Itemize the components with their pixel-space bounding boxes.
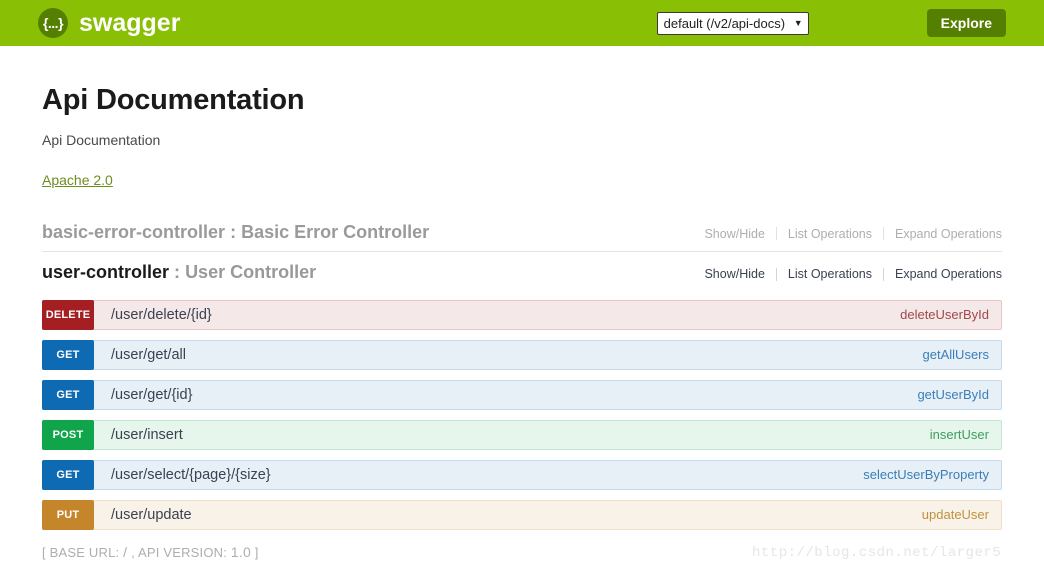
list-operations-link[interactable]: List Operations: [777, 268, 883, 281]
resource-heading: basic-error-controller : Basic Error Con…: [42, 222, 429, 244]
operation-row[interactable]: DELETE /user/delete/{id} deleteUserById: [42, 299, 1002, 330]
show-hide-link[interactable]: Show/Hide: [704, 228, 775, 241]
operation-path: /user/delete/{id}: [111, 306, 212, 323]
explore-button[interactable]: Explore: [926, 9, 1006, 37]
list-operations-link[interactable]: List Operations: [777, 228, 883, 241]
base-url-label: BASE URL:: [49, 544, 120, 560]
footer-open-bracket: [: [42, 544, 46, 560]
expand-operations-link[interactable]: Expand Operations: [884, 268, 1002, 281]
operation-method-badge: GET: [42, 339, 94, 370]
api-select-input[interactable]: default (/v2/api-docs): [656, 11, 809, 35]
operation-method-badge: PUT: [42, 499, 94, 530]
footer-comma: ,: [131, 544, 135, 560]
operation-nickname: getAllUsers: [922, 347, 989, 363]
operation-path: /user/get/all: [111, 346, 186, 363]
operation-method-badge: GET: [42, 379, 94, 410]
operation-method-badge: GET: [42, 459, 94, 490]
top-bar: {...} swagger default (/v2/api-docs) ▼ E…: [0, 0, 1044, 46]
operation-row[interactable]: GET /user/get/all getAllUsers: [42, 339, 1002, 370]
expand-operations-link[interactable]: Expand Operations: [884, 228, 1002, 241]
operation-list: DELETE /user/delete/{id} deleteUserById …: [42, 299, 1002, 530]
main-content: Api Documentation Api Documentation Apac…: [0, 46, 1044, 560]
license-link[interactable]: Apache 2.0: [42, 172, 113, 188]
api-selector[interactable]: default (/v2/api-docs) ▼: [656, 11, 809, 35]
page-title: Api Documentation: [42, 84, 305, 116]
api-version-label: API VERSION:: [137, 544, 228, 560]
operation-path: /user/select/{page}/{size}: [111, 466, 271, 483]
resource-separator: :: [174, 262, 181, 283]
operation-nickname: getUserById: [917, 387, 989, 403]
show-hide-link[interactable]: Show/Hide: [704, 268, 775, 281]
operation-nickname: selectUserByProperty: [863, 467, 989, 483]
api-description: Api Documentation: [42, 132, 161, 149]
operation-row[interactable]: GET /user/get/{id} getUserById: [42, 379, 1002, 410]
brand-name: swagger: [79, 8, 181, 37]
resource-description: Basic Error Controller: [241, 221, 430, 242]
resource-options: Show/Hide List Operations Expand Operati…: [704, 267, 1002, 281]
operation-nickname: updateUser: [921, 507, 989, 523]
operation-path: /user/insert: [111, 426, 183, 443]
resource-description: User Controller: [185, 262, 317, 283]
footer-close-bracket: ]: [254, 544, 259, 560]
swagger-logo-icon: {...}: [38, 8, 68, 38]
resource-list: basic-error-controller : Basic Error Con…: [42, 216, 1002, 530]
api-info: Api Documentation Api Documentation Apac…: [42, 46, 1002, 190]
api-version-value: 1.0: [230, 543, 251, 560]
operation-nickname: insertUser: [929, 427, 989, 443]
operation-row[interactable]: PUT /user/update updateUser: [42, 499, 1002, 530]
resource-heading: user-controller : User Controller: [42, 262, 316, 284]
resource-name: basic-error-controller: [42, 221, 226, 242]
resource-separator: :: [230, 221, 237, 242]
resource-name: user-controller: [42, 262, 170, 283]
operation-method-badge: POST: [42, 419, 94, 450]
operation-row[interactable]: GET /user/select/{page}/{size} selectUse…: [42, 459, 1002, 490]
operation-path: /user/update: [111, 506, 192, 523]
operation-row[interactable]: POST /user/insert insertUser: [42, 419, 1002, 450]
resource-user-controller[interactable]: user-controller : User Controller Show/H…: [42, 251, 1002, 292]
resource-options: Show/Hide List Operations Expand Operati…: [704, 227, 1002, 241]
operation-path: /user/get/{id}: [111, 386, 193, 403]
operation-method-badge: DELETE: [42, 299, 94, 330]
watermark-text: http://blog.csdn.net/larger5: [752, 545, 1002, 561]
operation-nickname: deleteUserById: [900, 307, 989, 323]
base-url-value: /: [123, 543, 128, 560]
resource-basic-error-controller[interactable]: basic-error-controller : Basic Error Con…: [42, 216, 1002, 252]
swagger-brand[interactable]: {...} swagger: [38, 8, 180, 38]
